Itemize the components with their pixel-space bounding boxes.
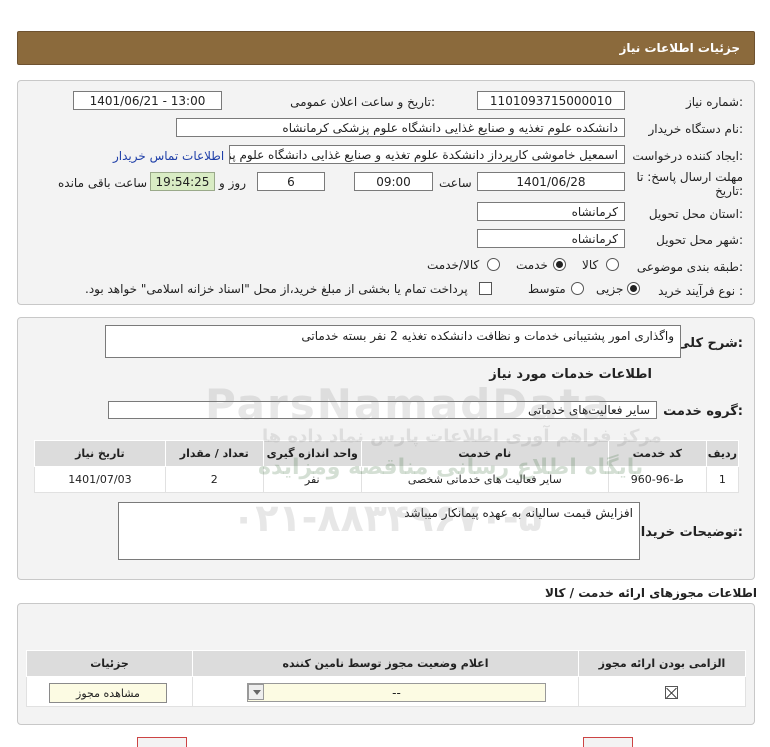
purchase-option-minor: جزیی bbox=[596, 282, 624, 296]
col-permit-details: جزئیات bbox=[26, 650, 193, 677]
need-summary-text: واگذاری امور پشتیبانی خدمات و نظافت دانش… bbox=[301, 329, 674, 343]
cell-row: 1 bbox=[705, 466, 740, 493]
category-option-goods: کالا bbox=[582, 258, 599, 272]
category-label: طبقه بندی موضوعی: bbox=[636, 260, 743, 274]
province-field: کرمانشاه bbox=[477, 202, 625, 221]
days-field: 6 bbox=[257, 172, 325, 191]
announce-field: 1401/06/21 - 13:00 bbox=[73, 91, 222, 110]
chevron-down-icon[interactable] bbox=[248, 684, 264, 700]
cell-date: 1401/07/03 bbox=[34, 466, 166, 493]
permits-table-header: الزامی بودن ارائه مجوز اعلام وضعیت مجوز … bbox=[26, 650, 746, 677]
remaining-time-field: 19:54:25 bbox=[150, 172, 215, 191]
days-label: روز و bbox=[219, 176, 246, 190]
buyer-org-field: دانشکده علوم تغذیه و صنایع غذایی دانشگاه… bbox=[176, 118, 625, 137]
need-number-label: شماره نیاز: bbox=[685, 95, 743, 109]
col-permit-required: الزامی بودن ارائه مجوز bbox=[578, 650, 746, 677]
category-radio-service[interactable] bbox=[553, 258, 566, 271]
province-label: استان محل تحویل: bbox=[648, 207, 743, 221]
requester-label: ایجاد کننده درخواست: bbox=[632, 149, 743, 163]
buyer-notes-text: افزایش قیمت سالیانه به عهده پیمانکار میب… bbox=[404, 506, 633, 520]
category-radio-goods-service[interactable] bbox=[487, 258, 500, 271]
deadline-time-label: ساعت bbox=[439, 176, 472, 190]
service-group-field: سایر فعالیت‌های خدماتی bbox=[108, 401, 657, 419]
purchase-radio-medium[interactable] bbox=[571, 282, 584, 295]
category-option-service: خدمت bbox=[516, 258, 548, 272]
cell-unit: نفر bbox=[262, 466, 362, 493]
permit-required-checkbox-icon bbox=[665, 686, 678, 699]
col-qty: تعداد / مقدار bbox=[164, 440, 264, 467]
permit-status-select[interactable]: -- bbox=[247, 683, 546, 702]
category-option-goods-service: کالا/خدمت bbox=[427, 258, 480, 272]
col-code: کد خدمت bbox=[607, 440, 707, 467]
purchase-option-medium: متوسط bbox=[528, 282, 566, 296]
view-permit-button[interactable]: مشاهده مجوز bbox=[49, 683, 167, 703]
need-number-field: 1101093715000010 bbox=[477, 91, 625, 110]
deadline-label: مهلت ارسال پاسخ: تا bbox=[636, 170, 743, 184]
bottom-button-right[interactable] bbox=[583, 737, 633, 747]
payment-note: پرداخت تمام یا بخشی از مبلغ خرید،از محل … bbox=[85, 282, 468, 296]
page-header: جزئیات اطلاعات نیاز bbox=[17, 31, 755, 65]
table-row: 1 ط-96-960 سایر فعالیت های خدماتی شخصی ن… bbox=[34, 466, 740, 493]
buyer-notes-field: افزایش قیمت سالیانه به عهده پیمانکار میب… bbox=[118, 502, 640, 560]
col-unit: واحد اندازه گیری bbox=[262, 440, 362, 467]
cell-permit-required bbox=[578, 676, 746, 707]
col-date: تاریخ نیاز bbox=[34, 440, 166, 467]
buyer-notes-label: توضیحات خریدار: bbox=[633, 525, 743, 540]
purchase-type-label: نوع فرآیند خرید : bbox=[658, 284, 743, 298]
buyer-contact-link[interactable]: اطلاعات تماس خریدار bbox=[113, 149, 224, 163]
page-title: جزئیات اطلاعات نیاز bbox=[619, 41, 740, 55]
service-group-label: گروه خدمت: bbox=[663, 404, 743, 419]
announce-label: تاریخ و ساعت اعلان عمومی: bbox=[290, 95, 435, 109]
deadline-date-field: 1401/06/28 bbox=[477, 172, 625, 191]
purchase-radio-minor[interactable] bbox=[627, 282, 640, 295]
cell-name: سایر فعالیت های خدماتی شخصی bbox=[360, 466, 609, 493]
col-permit-status: اعلام وضعیت مجوز توسط نامین کننده bbox=[192, 650, 579, 677]
deadline-date-label: تاریخ: bbox=[715, 184, 743, 198]
col-name: نام خدمت bbox=[360, 440, 609, 467]
col-row: ردیف bbox=[705, 440, 740, 467]
buyer-org-label: نام دستگاه خریدار: bbox=[648, 122, 744, 136]
city-label: شهر محل تحویل: bbox=[656, 233, 743, 247]
requester-field: اسمعیل خاموشی کارپرداز دانشکدة علوم تغذی… bbox=[229, 145, 625, 164]
services-table-header: ردیف کد خدمت نام خدمت واحد اندازه گیری ت… bbox=[34, 440, 740, 467]
remaining-label: ساعت باقی مانده bbox=[58, 176, 148, 190]
city-field: کرمانشاه bbox=[477, 229, 625, 248]
services-table: ردیف کد خدمت نام خدمت واحد اندازه گیری ت… bbox=[34, 440, 740, 493]
permits-title: اطلاعات مجوزهای ارائه خدمت / کالا bbox=[545, 586, 757, 600]
treasury-checkbox[interactable] bbox=[479, 282, 492, 295]
cell-code: ط-96-960 bbox=[607, 466, 707, 493]
services-title: اطلاعات خدمات مورد نیاز bbox=[489, 367, 652, 382]
need-summary-field: واگذاری امور پشتیبانی خدمات و نظافت دانش… bbox=[105, 325, 681, 358]
deadline-time-field: 09:00 bbox=[354, 172, 433, 191]
bottom-button-left[interactable] bbox=[137, 737, 187, 747]
cell-qty: 2 bbox=[164, 466, 264, 493]
category-radio-goods[interactable] bbox=[606, 258, 619, 271]
